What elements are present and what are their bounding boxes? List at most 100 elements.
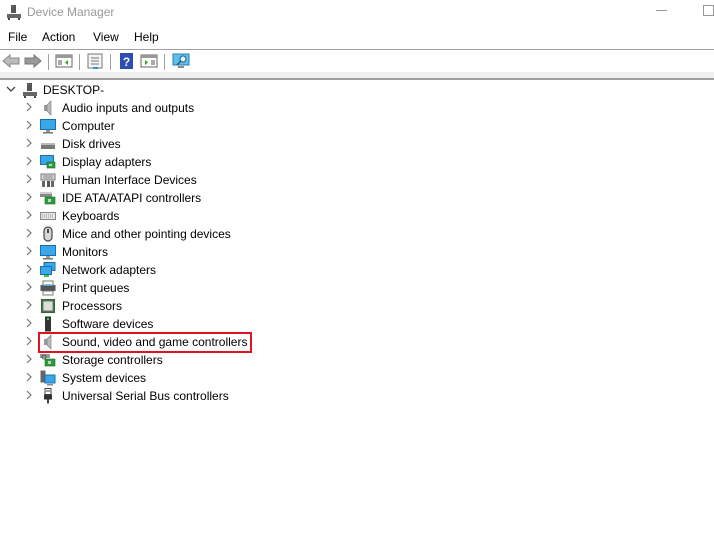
title-bar: Device Manager <box>0 0 714 26</box>
ide-controller-icon <box>40 192 56 205</box>
chevron-right-icon[interactable] <box>24 264 34 274</box>
tree-item[interactable]: IDE ATA/ATAPI controllers <box>0 189 714 207</box>
monitor-icon <box>40 245 56 260</box>
scan-hardware-button[interactable] <box>172 53 190 69</box>
help-icon: ? <box>120 53 133 69</box>
chevron-right-icon[interactable] <box>24 138 34 148</box>
tree-root-label: DESKTOP- <box>43 83 105 97</box>
menu-file[interactable]: File <box>8 30 27 44</box>
chevron-right-icon[interactable] <box>24 390 34 400</box>
menu-view[interactable]: View <box>93 30 119 44</box>
chevron-down-icon[interactable] <box>6 84 16 94</box>
tree-item-label: Audio inputs and outputs <box>62 101 195 115</box>
toolbar: ? <box>0 50 714 72</box>
toolbar-separator <box>48 54 49 70</box>
tree-item[interactable]: Audio inputs and outputs <box>0 99 714 117</box>
properties-icon <box>87 53 103 69</box>
tree-item-label: System devices <box>62 371 147 385</box>
tree-item-label: Computer <box>62 119 115 133</box>
minimize-icon[interactable] <box>656 10 667 11</box>
tree-item-label: Keyboards <box>62 209 120 223</box>
tree-root[interactable]: DESKTOP- <box>0 81 714 99</box>
chevron-right-icon[interactable] <box>24 210 34 220</box>
console-tree-icon <box>55 54 73 68</box>
tree-item[interactable]: Print queues <box>0 279 714 297</box>
tree-item[interactable]: Display adapters <box>0 153 714 171</box>
device-tree: DESKTOP- Audio inputs and outputs Compute… <box>0 80 714 534</box>
menu-action[interactable]: Action <box>42 30 75 44</box>
tree-item-label: Monitors <box>62 245 109 259</box>
chevron-right-icon[interactable] <box>24 120 34 130</box>
system-devices-icon <box>40 370 56 386</box>
tree-item[interactable]: Computer <box>0 117 714 135</box>
tree-item-label: Storage controllers <box>62 353 163 367</box>
properties-button[interactable] <box>86 53 104 69</box>
speaker-icon <box>44 100 52 116</box>
storage-controller-icon <box>40 354 56 367</box>
device-manager-icon <box>7 5 21 20</box>
menu-bar: File Action View Help <box>0 28 714 48</box>
chevron-right-icon[interactable] <box>24 156 34 166</box>
keyboard-icon <box>40 212 56 220</box>
chevron-right-icon[interactable] <box>24 192 34 202</box>
tree-item[interactable]: Processors <box>0 297 714 315</box>
tree-item-label: Universal Serial Bus controllers <box>62 389 229 403</box>
tree-item[interactable]: Network adapters <box>0 261 714 279</box>
tree-item[interactable]: System devices <box>0 369 714 387</box>
back-button[interactable] <box>2 53 20 69</box>
tree-item[interactable]: Storage controllers <box>0 351 714 369</box>
tree-item-label: Software devices <box>62 317 154 331</box>
toolbar-separator <box>164 54 165 70</box>
arrow-right-icon <box>24 53 42 69</box>
computer-tower-icon <box>23 83 37 98</box>
printer-icon <box>40 280 56 296</box>
tree-item-label: Disk drives <box>62 137 121 151</box>
tree-item-label: Mice and other pointing devices <box>62 227 231 241</box>
mouse-icon <box>43 226 53 242</box>
monitor-icon <box>40 119 56 134</box>
display-adapter-icon <box>40 155 56 169</box>
chevron-right-icon[interactable] <box>24 354 34 364</box>
usb-icon <box>44 388 52 404</box>
toolbar-separator <box>79 54 80 70</box>
tree-item-label: Processors <box>62 299 123 313</box>
chevron-right-icon[interactable] <box>24 336 34 346</box>
tree-item[interactable]: Human Interface Devices <box>0 171 714 189</box>
chevron-right-icon[interactable] <box>24 300 34 310</box>
tree-item[interactable]: Monitors <box>0 243 714 261</box>
tree-item-label: Network adapters <box>62 263 157 277</box>
toolbar-separator <box>110 54 111 70</box>
action-pane-icon <box>140 54 158 68</box>
chevron-right-icon[interactable] <box>24 174 34 184</box>
tree-item[interactable]: Mice and other pointing devices <box>0 225 714 243</box>
tree-item[interactable]: Keyboards <box>0 207 714 225</box>
chevron-right-icon[interactable] <box>24 318 34 328</box>
scan-monitor-icon <box>172 53 190 68</box>
tree-item-label: Print queues <box>62 281 130 295</box>
tree-item-label: IDE ATA/ATAPI controllers <box>62 191 202 205</box>
disk-drive-icon <box>41 143 55 149</box>
highlight-box <box>38 332 252 353</box>
maximize-icon[interactable] <box>703 5 714 16</box>
hid-icon <box>40 173 56 187</box>
chevron-right-icon[interactable] <box>24 282 34 292</box>
tree-item[interactable]: Universal Serial Bus controllers <box>0 387 714 405</box>
network-adapter-icon <box>40 262 56 277</box>
tree-item-label: Display adapters <box>62 155 152 169</box>
svg-text:?: ? <box>123 55 130 69</box>
software-device-icon <box>45 316 51 332</box>
tree-item-label: Human Interface Devices <box>62 173 197 187</box>
help-button[interactable]: ? <box>118 53 136 69</box>
show-action-pane-button[interactable] <box>140 53 158 69</box>
chevron-right-icon[interactable] <box>24 102 34 112</box>
window-title: Device Manager <box>27 5 115 19</box>
tree-item[interactable]: Software devices <box>0 315 714 333</box>
processor-icon <box>41 299 55 313</box>
forward-button[interactable] <box>24 53 42 69</box>
chevron-right-icon[interactable] <box>24 372 34 382</box>
chevron-right-icon[interactable] <box>24 246 34 256</box>
show-hide-console-tree-button[interactable] <box>55 53 73 69</box>
menu-help[interactable]: Help <box>134 30 159 44</box>
chevron-right-icon[interactable] <box>24 228 34 238</box>
tree-item[interactable]: Disk drives <box>0 135 714 153</box>
